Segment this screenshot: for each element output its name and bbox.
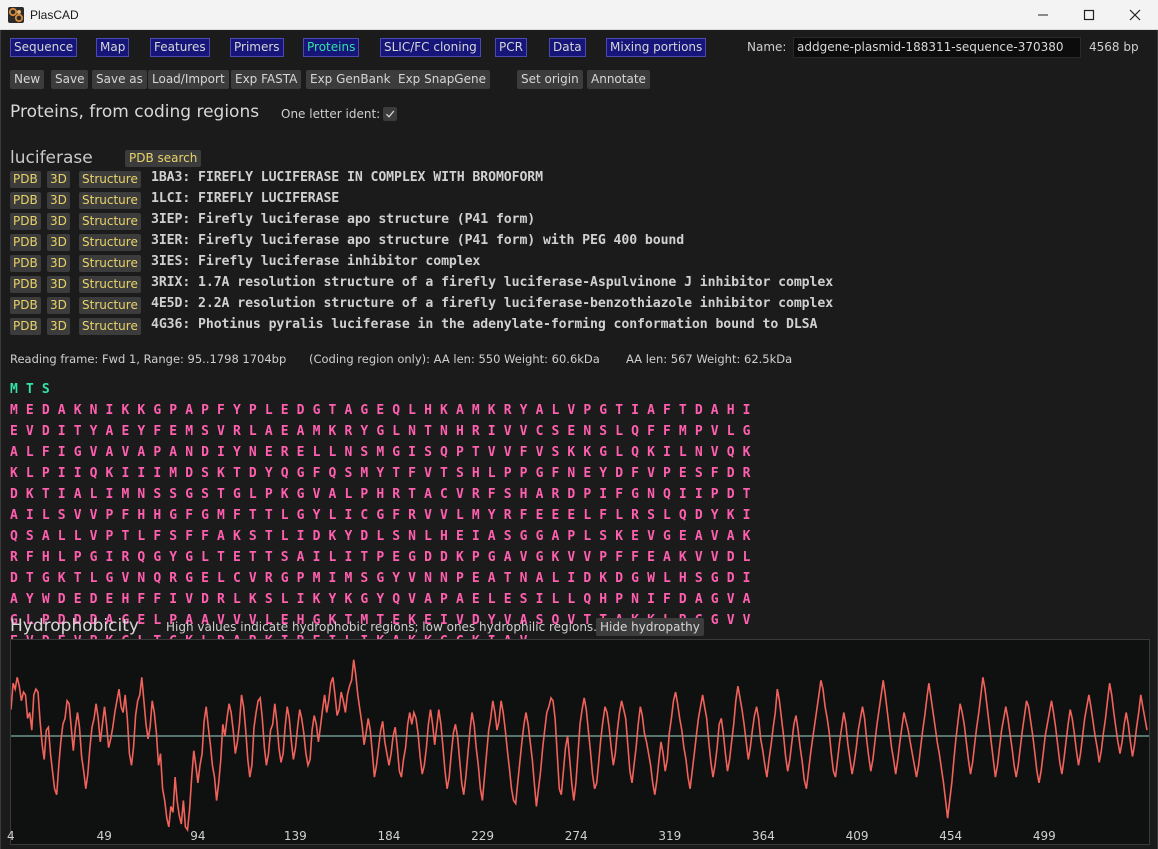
hydrophobicity-title: Hydrophobicity xyxy=(10,616,139,636)
app-logo-icon xyxy=(8,7,24,23)
one-letter-ident-label: One letter ident: xyxy=(281,107,381,121)
x-tick-label: 364 xyxy=(752,829,775,843)
view-3d-button[interactable]: 3D xyxy=(47,255,70,272)
pdb-result-text: 3IER: Firefly luciferase apo structure (… xyxy=(151,233,685,248)
checkmark-icon xyxy=(386,110,395,118)
x-tick-label: 274 xyxy=(564,829,588,843)
full-protein-info: AA len: 567 Weight: 62.5kDa xyxy=(626,352,793,366)
set-origin-button[interactable]: Set origin xyxy=(517,70,583,89)
app-content: Sequence Map Features Primers Proteins S… xyxy=(0,30,1158,849)
x-tick-label: 139 xyxy=(283,829,307,843)
hide-hydropathy-button[interactable]: Hide hydropathy xyxy=(596,618,704,636)
sequence-line: KLPIIQKIIIMDSKTDYQGFQSMYTFVTSHLPPGFNEYDF… xyxy=(10,466,759,481)
annotate-button[interactable]: Annotate xyxy=(587,70,650,89)
hydropathy-series-line xyxy=(11,659,1148,833)
structure-button[interactable]: Structure xyxy=(79,171,141,188)
sequence-line: EVDITYAEYFEMSVRLAEAMKRYGLNTNHRIVVCSENSLQ… xyxy=(10,424,759,439)
pdb-link-button[interactable]: PDB xyxy=(10,255,41,272)
view-3d-button[interactable]: 3D xyxy=(47,171,70,188)
tab-data[interactable]: Data xyxy=(549,38,586,57)
x-tick-label: 49 xyxy=(96,829,112,843)
tab-pcr[interactable]: PCR xyxy=(495,38,527,57)
structure-button[interactable]: Structure xyxy=(79,318,141,335)
sequence-line: DKTIALIMNSSGSTGLPKGVALPHRTACVRFSHARDPIFG… xyxy=(10,487,759,502)
pdb-link-button[interactable]: PDB xyxy=(10,276,41,293)
x-tick-label: 319 xyxy=(658,829,682,843)
new-button[interactable]: New xyxy=(10,70,45,89)
plasmid-name-input[interactable]: addgene-plasmid-188311-sequence-370380 xyxy=(793,37,1081,58)
export-fasta-button[interactable]: Exp FASTA xyxy=(231,70,302,89)
coding-region-info: (Coding region only): AA len: 550 Weight… xyxy=(309,352,600,366)
hydropathy-chart-svg xyxy=(11,659,1149,833)
tab-primers[interactable]: Primers xyxy=(230,38,284,57)
hydropathy-plot: 4 49 94 139 184 229 274 319 364 409 454 499 xyxy=(7,639,1150,845)
view-3d-button[interactable]: 3D xyxy=(47,213,70,230)
x-tick-label: 4 xyxy=(7,829,15,843)
close-icon[interactable] xyxy=(1112,0,1158,30)
pdb-link-button[interactable]: PDB xyxy=(10,192,41,209)
pdb-link-button[interactable]: PDB xyxy=(10,234,41,251)
save-as-button[interactable]: Save as xyxy=(92,70,147,89)
sequence-line: DTGKTLGVNQRGELCVRGPMIMSGYVNNPEATNALIDKDG… xyxy=(10,571,759,586)
x-tick-label: 499 xyxy=(1032,829,1056,843)
view-3d-button[interactable]: 3D xyxy=(47,297,70,314)
pdb-link-button[interactable]: PDB xyxy=(10,213,41,230)
export-genbank-button[interactable]: Exp GenBank xyxy=(306,70,395,89)
x-tick-label: 184 xyxy=(377,829,401,843)
window-title: PlasCAD xyxy=(30,8,79,22)
structure-button[interactable]: Structure xyxy=(79,192,141,209)
pdb-result-text: 3IES: Firefly luciferase inhibitor compl… xyxy=(151,254,481,269)
hydrophobicity-note: High values indicate hydrophobic regions… xyxy=(166,620,597,634)
tab-slic-fc-cloning[interactable]: SLIC/FC cloning xyxy=(380,38,481,57)
pdb-search-button[interactable]: PDB search xyxy=(125,150,202,167)
name-label: Name: xyxy=(747,40,787,54)
view-3d-button[interactable]: 3D xyxy=(47,318,70,335)
sequence-length: 4568 bp xyxy=(1089,40,1139,54)
one-letter-ident-checkbox[interactable] xyxy=(383,107,397,121)
sequence-line: QSALLVPTLFSFFAKSTLIDKYDLSNLHEIASGGAPLSKE… xyxy=(10,529,759,544)
sequence-line: MTS xyxy=(10,382,58,397)
sequence-line: AYWDEDEHFFIVDRLKSLIKYKGYQVAPAELESILLQHPN… xyxy=(10,592,759,607)
pdb-link-button[interactable]: PDB xyxy=(10,297,41,314)
sequence-line: ALFIGVAVAPANDIYNERELLNSMGISQPTVVFVSKKGLQ… xyxy=(10,445,759,460)
maximize-icon[interactable] xyxy=(1066,0,1112,30)
tab-mixing-portions[interactable]: Mixing portions xyxy=(606,38,707,57)
view-3d-button[interactable]: 3D xyxy=(47,276,70,293)
protein-name: luciferase xyxy=(10,148,93,168)
pdb-result-text: 1LCI: FIREFLY LUCIFERASE xyxy=(151,191,340,206)
pdb-result-text: 3IEP: Firefly luciferase apo structure (… xyxy=(151,212,536,227)
pdb-result-text: 4G36: Photinus pyralis luciferase in the… xyxy=(151,317,818,332)
tab-features[interactable]: Features xyxy=(150,38,210,57)
x-tick-label: 229 xyxy=(471,829,495,843)
page-title: Proteins, from coding regions xyxy=(10,102,260,122)
pdb-link-button[interactable]: PDB xyxy=(10,318,41,335)
x-tick-label: 94 xyxy=(190,829,206,843)
view-3d-button[interactable]: 3D xyxy=(47,234,70,251)
structure-button[interactable]: Structure xyxy=(79,276,141,293)
x-tick-label: 454 xyxy=(939,829,963,843)
minimize-icon[interactable] xyxy=(1020,0,1066,30)
tab-sequence[interactable]: Sequence xyxy=(10,38,78,57)
save-button[interactable]: Save xyxy=(51,70,89,89)
sequence-line: MEDAKNIKKGPAPFYPLEDGTAGEQLHKAMKRYALVPGTI… xyxy=(10,403,759,418)
sequence-line: AILSVVPFHHGFGMFTTLGYLICGFRVVLMYRFEEELFLR… xyxy=(10,508,759,523)
pdb-result-text: 3RIX: 1.7A resolution structure of a fir… xyxy=(151,275,834,290)
pdb-result-text: 1BA3: FIREFLY LUCIFERASE IN COMPLEX WITH… xyxy=(151,170,543,185)
load-import-button[interactable]: Load/Import xyxy=(148,70,229,89)
pdb-result-text: 4E5D: 2.2A resolution structure of a fir… xyxy=(151,296,834,311)
tab-proteins[interactable]: Proteins xyxy=(303,38,360,57)
sequence-line: RFHLPGIRQGYGLTETTSAILITPEGDDKPGAVGKVVPFF… xyxy=(10,550,759,565)
tab-map[interactable]: Map xyxy=(96,38,130,57)
structure-button[interactable]: Structure xyxy=(79,297,141,314)
x-tick-label: 409 xyxy=(845,829,869,843)
title-bar: PlasCAD xyxy=(0,0,1158,30)
reading-frame-info: Reading frame: Fwd 1, Range: 95..1798 17… xyxy=(10,352,287,366)
structure-button[interactable]: Structure xyxy=(79,213,141,230)
export-snapgene-button[interactable]: Exp SnapGene xyxy=(394,70,490,89)
structure-button[interactable]: Structure xyxy=(79,234,141,251)
structure-button[interactable]: Structure xyxy=(79,255,141,272)
view-3d-button[interactable]: 3D xyxy=(47,192,70,209)
pdb-link-button[interactable]: PDB xyxy=(10,171,41,188)
